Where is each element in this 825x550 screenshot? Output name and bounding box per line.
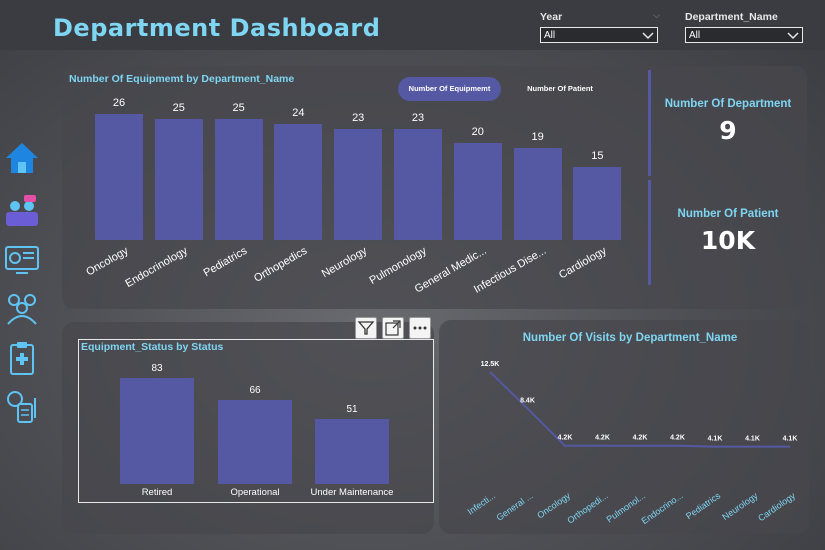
- visits-data-label: 4.1K: [708, 436, 723, 443]
- visits-axis-label: Orthopedi...: [565, 490, 609, 525]
- visits-data-label: 4.2K: [633, 435, 648, 442]
- visits-data-label: 4.2K: [558, 435, 573, 442]
- visits-data-label: 8.4K: [520, 397, 535, 404]
- visits-axis-label: Neurology: [720, 490, 760, 522]
- visits-line-svg: 12.5KInfecti...8.4KGeneral ...4.2KOncolo…: [466, 361, 798, 526]
- visits-data-label: 4.2K: [670, 435, 685, 442]
- visits-axis-label: Infecti...: [466, 490, 498, 516]
- visits-axis-label: Cardiology: [756, 490, 797, 523]
- visits-data-label: 4.2K: [595, 435, 610, 442]
- visits-axis-label: General ...: [494, 490, 534, 522]
- visits-data-label: 4.1K: [745, 436, 760, 443]
- visits-data-label: 4.1K: [783, 436, 798, 443]
- visits-axis-label: Endocrino...: [640, 490, 685, 526]
- visits-axis-label: Pediatrics: [684, 490, 723, 521]
- visits-data-label: 12.5K: [481, 361, 500, 368]
